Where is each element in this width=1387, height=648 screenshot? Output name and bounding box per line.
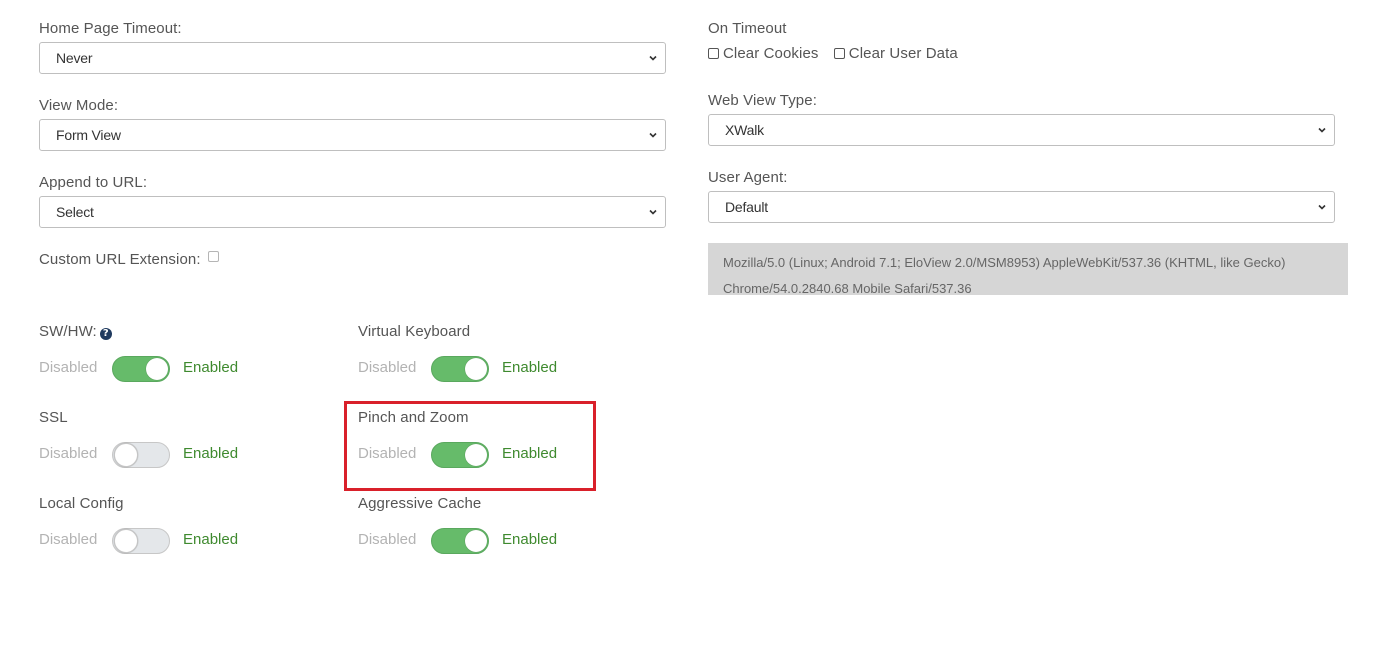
chevron-down-icon	[1318, 127, 1326, 133]
aggressive-cache-disabled-text: Disabled	[358, 531, 417, 548]
home-page-timeout-value: Never	[56, 50, 93, 66]
virtual-keyboard-toggle-row: Disabled Enabled	[358, 356, 578, 382]
local-config-toggle[interactable]	[112, 528, 170, 554]
on-timeout-label: On Timeout	[708, 20, 787, 37]
clear-user-data-option[interactable]: Clear User Data	[833, 45, 958, 62]
clear-cookies-label: Clear Cookies	[723, 45, 819, 62]
virtual-keyboard-toggle[interactable]	[431, 356, 489, 382]
user-agent-select[interactable]: Default	[708, 191, 1335, 223]
append-to-url-select[interactable]: Select	[39, 196, 666, 228]
web-view-type-label: Web View Type:	[708, 92, 817, 109]
chevron-down-icon	[649, 55, 657, 61]
user-agent-value: Default	[725, 199, 768, 215]
web-view-type-value: XWalk	[725, 122, 764, 138]
toggle-knob	[146, 358, 168, 380]
ssl-label: SSL	[39, 409, 68, 426]
view-mode-label: View Mode:	[39, 97, 119, 114]
ssl-enabled-text: Enabled	[183, 445, 239, 462]
on-timeout-options: Clear Cookies Clear User Data	[708, 45, 958, 62]
home-page-timeout-select[interactable]: Never	[39, 42, 666, 74]
clear-user-data-checkbox[interactable]	[833, 48, 845, 59]
custom-url-extension-label: Custom URL Extension:	[39, 251, 201, 268]
sw-hw-disabled-text: Disabled	[39, 359, 98, 376]
user-agent-label: User Agent:	[708, 169, 788, 186]
view-mode-value: Form View	[56, 127, 121, 143]
question-circle-icon[interactable]: ?	[99, 328, 112, 340]
aggressive-cache-toggle[interactable]	[431, 528, 489, 554]
toggle-knob	[465, 358, 487, 380]
local-config-toggle-row: Disabled Enabled	[39, 528, 259, 554]
ssl-disabled-text: Disabled	[39, 445, 98, 462]
virtual-keyboard-label: Virtual Keyboard	[358, 323, 471, 340]
local-config-enabled-text: Enabled	[183, 531, 239, 548]
sw-hw-label: SW/HW:?	[39, 323, 112, 340]
ssl-toggle[interactable]	[112, 442, 170, 468]
toggle-knob	[114, 443, 138, 467]
toggle-knob	[114, 529, 138, 553]
sw-hw-toggle-row: Disabled Enabled	[39, 356, 259, 382]
sw-hw-label-text: SW/HW:	[39, 323, 97, 340]
highlight-box	[344, 401, 596, 491]
sw-hw-enabled-text: Enabled	[183, 359, 239, 376]
clear-cookies-checkbox[interactable]	[708, 48, 719, 59]
user-agent-string-line1: Mozilla/5.0 (Linux; Android 7.1; EloView…	[723, 255, 1286, 270]
web-view-type-select[interactable]: XWalk	[708, 114, 1335, 146]
virtual-keyboard-disabled-text: Disabled	[358, 359, 417, 376]
clear-user-data-label: Clear User Data	[848, 45, 958, 62]
sw-hw-toggle[interactable]	[112, 356, 170, 382]
chevron-down-icon	[1318, 204, 1326, 210]
user-agent-string: Mozilla/5.0 (Linux; Android 7.1; EloView…	[708, 243, 1348, 296]
chevron-down-icon	[649, 209, 657, 215]
append-to-url-value: Select	[56, 204, 94, 220]
local-config-label: Local Config	[39, 495, 124, 512]
ssl-toggle-row: Disabled Enabled	[39, 442, 259, 468]
view-mode-select[interactable]: Form View	[39, 119, 666, 151]
aggressive-cache-label: Aggressive Cache	[358, 495, 482, 512]
aggressive-cache-toggle-row: Disabled Enabled	[358, 528, 578, 554]
virtual-keyboard-enabled-text: Enabled	[502, 359, 558, 376]
aggressive-cache-enabled-text: Enabled	[502, 531, 558, 548]
custom-url-extension-checkbox[interactable]	[207, 251, 219, 262]
chevron-down-icon	[649, 132, 657, 138]
clear-cookies-option[interactable]: Clear Cookies	[708, 45, 819, 62]
toggle-knob	[465, 530, 487, 552]
custom-url-extension: Custom URL Extension:	[39, 251, 223, 268]
home-page-timeout-label: Home Page Timeout:	[39, 20, 182, 37]
append-to-url-label: Append to URL:	[39, 174, 148, 191]
user-agent-string-line2: Chrome/54.0.2840.68 Mobile Safari/537.36	[723, 281, 972, 296]
local-config-disabled-text: Disabled	[39, 531, 98, 548]
